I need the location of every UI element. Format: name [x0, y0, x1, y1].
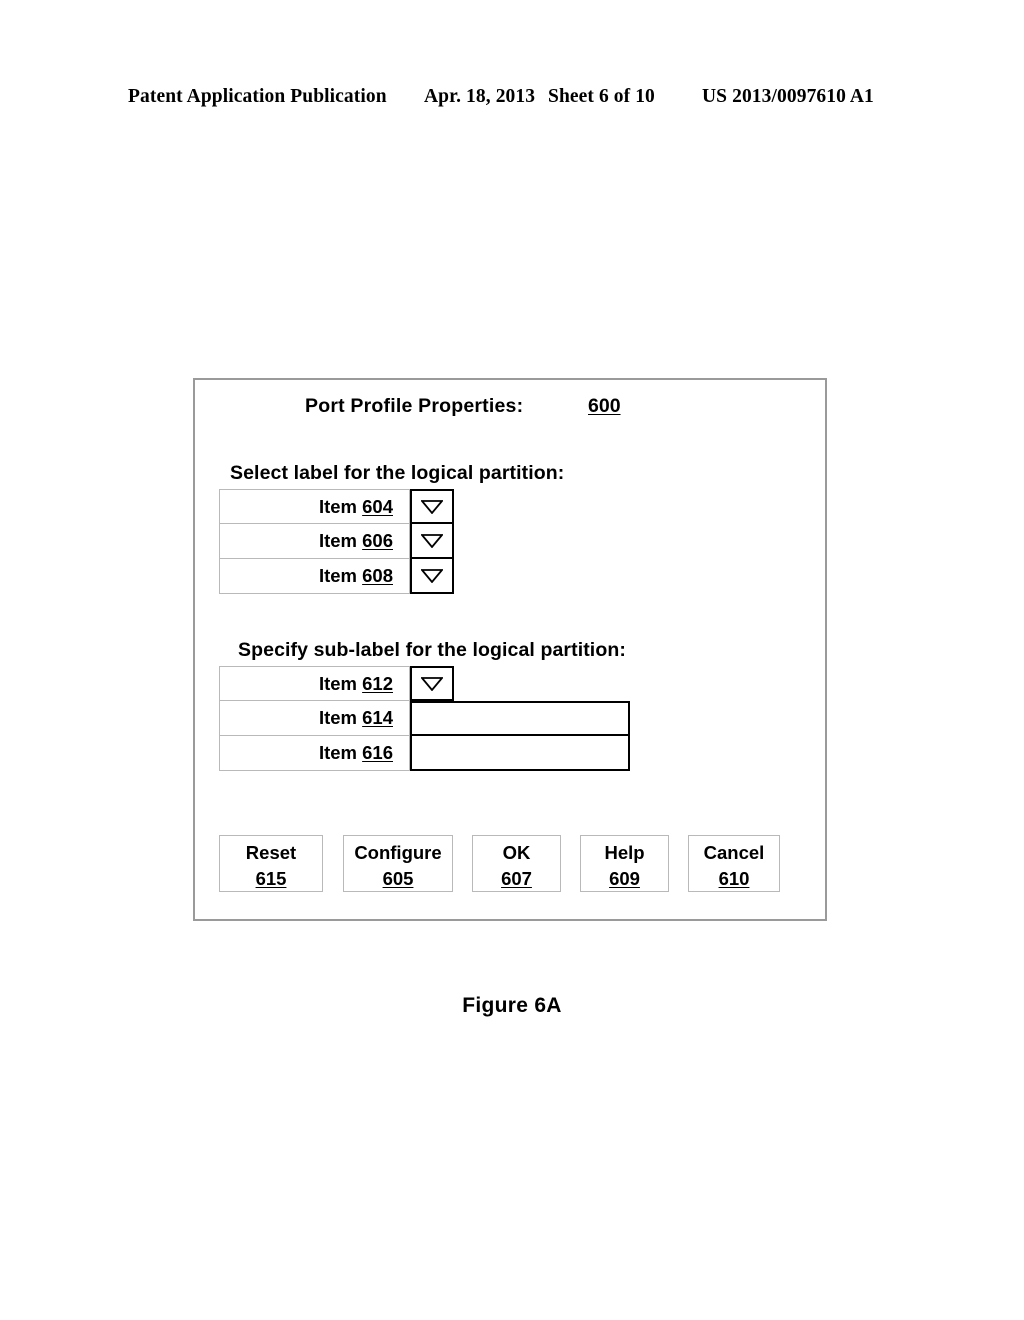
label-cell-text: Item 612 — [318, 672, 393, 694]
publication-label: Patent Application Publication — [128, 86, 387, 107]
dialog-title: Port Profile Properties: — [305, 395, 524, 417]
label-cell-text: Item 608 — [318, 565, 393, 586]
dialog-button-bar: Reset 615 Configure 605 OK 607 Help 609 … — [219, 835, 799, 892]
patent-page-header: Patent Application Publication Apr. 18, … — [0, 86, 1024, 116]
label-cell-616[interactable]: Item 616 — [219, 736, 410, 771]
help-button-label: Help — [604, 842, 645, 863]
cancel-button-label: Cancel — [703, 842, 765, 863]
configure-button-label: Configure — [354, 842, 442, 863]
help-button[interactable]: Help 609 — [580, 835, 669, 892]
figure-caption: Figure 6A — [462, 994, 562, 1017]
label-cell-608[interactable]: Item 608 — [219, 559, 410, 594]
reset-button-label: Reset — [245, 842, 297, 863]
section-heading-select-label: Select label for the logical partition: — [230, 462, 565, 484]
ok-button[interactable]: OK 607 — [472, 835, 561, 892]
label-cell-text: Item 604 — [318, 495, 393, 517]
reset-button[interactable]: Reset 615 — [219, 835, 323, 892]
dropdown-button-604[interactable] — [410, 489, 454, 524]
sheet-number: Sheet 6 of 10 — [548, 86, 655, 107]
label-cell-606[interactable]: Item 606 — [219, 524, 410, 559]
triangle-down-icon — [421, 499, 443, 514]
text-input-614[interactable] — [410, 701, 630, 736]
dropdown-button-606[interactable] — [410, 524, 454, 559]
dropdown-button-612[interactable] — [410, 666, 454, 701]
triangle-down-icon — [421, 568, 443, 583]
cancel-button-reference: 610 — [718, 867, 750, 889]
label-cell-text: Item 606 — [318, 530, 393, 551]
triangle-down-icon — [421, 533, 443, 548]
port-profile-properties-dialog: Port Profile Properties: 600 Select labe… — [193, 378, 827, 921]
configure-button[interactable]: Configure 605 — [343, 835, 453, 892]
label-cell-text: Item 616 — [318, 742, 393, 763]
text-input-616[interactable] — [410, 736, 630, 771]
reset-button-reference: 615 — [255, 867, 287, 889]
label-cell-612[interactable]: Item 612 — [219, 666, 410, 701]
dialog-title-reference: 600 — [588, 395, 621, 417]
label-cell-text: Item 614 — [318, 707, 393, 728]
publication-date: Apr. 18, 2013 — [424, 86, 536, 107]
patent-number: US 2013/0097610 A1 — [702, 86, 874, 107]
dropdown-button-608[interactable] — [410, 559, 454, 594]
cancel-button[interactable]: Cancel 610 — [688, 835, 780, 892]
ok-button-label: OK — [502, 842, 531, 863]
ok-button-reference: 607 — [501, 867, 532, 889]
label-cell-604[interactable]: Item 604 — [219, 489, 410, 524]
configure-button-reference: 605 — [382, 867, 414, 889]
section-heading-specify-sub-label: Specify sub-label for the logical partit… — [238, 639, 626, 661]
label-cell-614[interactable]: Item 614 — [219, 701, 410, 736]
triangle-down-icon — [421, 676, 443, 691]
help-button-reference: 609 — [609, 867, 640, 889]
